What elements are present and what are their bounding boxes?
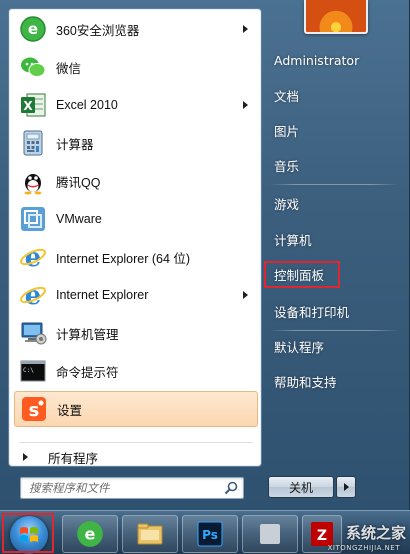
svg-text:s: s (29, 400, 40, 421)
vmware-icon (18, 204, 48, 234)
right-item-administrator[interactable]: Administrator (270, 47, 398, 73)
program-label: 计算机管理 (56, 327, 119, 342)
taskbar-360-browser[interactable]: e (62, 515, 118, 553)
submenu-arrow-icon[interactable] (243, 291, 248, 299)
svg-text:C:\: C:\ (23, 367, 34, 374)
program-label: Internet Explorer (64 位) (56, 251, 191, 266)
all-programs-label: 所有程序 (48, 450, 99, 466)
ie-icon: e (18, 242, 48, 272)
right-item-pictures[interactable]: 图片 (270, 117, 398, 143)
right-item-computer[interactable]: 计算机 (270, 226, 398, 252)
divider (19, 442, 253, 443)
wechat-icon (18, 52, 48, 82)
program-item-ie-64[interactable]: e Internet Explorer (64 位) (14, 239, 258, 275)
right-item-control-panel[interactable]: 控制面板 (270, 261, 398, 287)
program-item-excel[interactable]: X Excel 2010 (14, 87, 258, 123)
watermark-title: 系统之家 (345, 523, 406, 542)
program-item-calculator[interactable]: 计算器 (14, 125, 258, 161)
search-box (20, 477, 244, 499)
right-item-label: 计算机 (274, 232, 312, 248)
program-item-vmware[interactable]: VMware (14, 201, 258, 237)
search-input[interactable] (21, 478, 217, 498)
right-item-help-support[interactable]: 帮助和支持 (270, 368, 398, 394)
right-item-label: 设备和打印机 (274, 304, 350, 320)
right-item-label: Administrator (274, 52, 360, 68)
arrow-right-icon (23, 453, 28, 461)
cmd-icon: C:\ (18, 356, 48, 386)
360-browser-icon: e (77, 521, 103, 547)
right-item-label: 默认程序 (274, 339, 325, 355)
program-label: Excel 2010 (56, 98, 118, 112)
settings-app-icon: s (19, 394, 49, 424)
program-label: 360安全浏览器 (56, 23, 140, 38)
program-label: Internet Explorer (56, 288, 149, 302)
right-item-label: 帮助和支持 (274, 374, 337, 390)
start-button-highlight-box (2, 513, 54, 553)
start-menu: e 360安全浏览器 微信 X Excel 2010 计算器 腾讯QQ VMwa… (0, 0, 410, 510)
program-label: 设置 (57, 403, 83, 418)
shutdown-button[interactable]: 关机 (268, 476, 334, 498)
program-item-qq[interactable]: 腾讯QQ (14, 163, 258, 199)
360-browser-icon: e (18, 14, 48, 44)
right-item-devices-printers[interactable]: 设备和打印机 (270, 298, 398, 324)
arrow-right-icon (343, 483, 349, 491)
svg-text:e: e (25, 243, 42, 271)
search-icon[interactable] (224, 481, 238, 498)
program-label: 命令提示符 (56, 365, 119, 380)
program-item-cmd[interactable]: C:\ 命令提示符 (14, 353, 258, 389)
watermark-subtitle: XITONGZHIJIA.NET (327, 544, 400, 552)
app-icon (260, 524, 280, 544)
right-item-games[interactable]: 游戏 (270, 190, 398, 216)
user-account-picture[interactable] (304, 0, 368, 34)
program-item-ie[interactable]: e Internet Explorer (14, 277, 258, 313)
right-item-label: 文档 (274, 88, 300, 104)
right-item-label: 控制面板 (274, 267, 325, 283)
all-programs-button[interactable]: 所有程序 (15, 445, 259, 469)
right-item-documents[interactable]: 文档 (270, 82, 398, 108)
svg-text:e: e (25, 281, 42, 309)
right-item-music[interactable]: 音乐 (270, 152, 398, 178)
ie-icon: e (18, 280, 48, 310)
right-item-label: 音乐 (274, 158, 300, 174)
right-item-label: 游戏 (274, 196, 300, 212)
svg-text:Ps: Ps (202, 528, 218, 542)
svg-text:e: e (85, 524, 96, 543)
right-item-label: 图片 (274, 123, 300, 139)
program-label: VMware (56, 212, 102, 226)
program-label: 腾讯QQ (56, 175, 101, 190)
program-item-computer-management[interactable]: 计算机管理 (14, 315, 258, 351)
folder-icon (137, 523, 163, 545)
right-item-default-programs[interactable]: 默认程序 (270, 333, 398, 359)
program-label: 计算器 (56, 137, 94, 152)
divider (270, 330, 398, 331)
program-label: 微信 (56, 61, 82, 76)
submenu-arrow-icon[interactable] (243, 101, 248, 109)
taskbar-photoshop[interactable]: Ps (182, 515, 238, 553)
program-list-pane: e 360安全浏览器 微信 X Excel 2010 计算器 腾讯QQ VMwa… (8, 8, 262, 467)
program-item-settings[interactable]: s 设置 (14, 391, 258, 427)
shutdown-options-button[interactable] (336, 476, 356, 498)
excel-icon: X (18, 90, 48, 120)
qq-icon (18, 166, 48, 196)
shutdown-label: 关机 (288, 480, 313, 495)
computer-management-icon (18, 318, 48, 348)
submenu-arrow-icon[interactable] (243, 25, 248, 33)
taskbar-file-explorer[interactable] (122, 515, 178, 553)
photoshop-icon: Ps (197, 521, 223, 547)
svg-text:X: X (23, 99, 33, 113)
watermark: 系统之家 XITONGZHIJIA.NET (286, 512, 406, 553)
program-item-360-browser[interactable]: e 360安全浏览器 (14, 11, 258, 47)
program-item-wechat[interactable]: 微信 (14, 49, 258, 85)
calculator-icon (18, 128, 48, 158)
divider (270, 184, 398, 185)
svg-text:e: e (28, 20, 38, 38)
